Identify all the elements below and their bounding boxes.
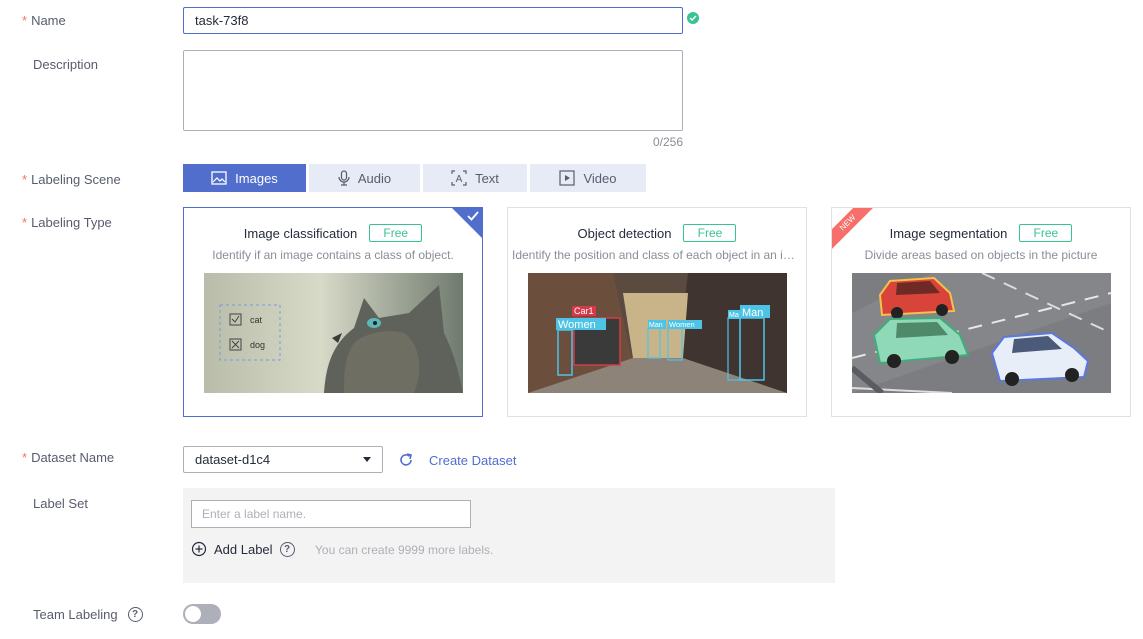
free-badge: Free bbox=[369, 224, 423, 242]
card-description: Identify the position and class of each … bbox=[512, 248, 806, 262]
man-tag: Man bbox=[649, 322, 663, 329]
label-set-label: Label Set bbox=[33, 496, 88, 511]
card-object-detection[interactable]: Object detection Free Identify the posit… bbox=[507, 207, 807, 417]
name-label: * Name bbox=[22, 13, 66, 28]
description-label: Description bbox=[33, 57, 99, 72]
image-icon bbox=[211, 171, 227, 185]
tab-audio[interactable]: Audio bbox=[309, 164, 420, 192]
card-title: Image segmentation bbox=[889, 225, 1008, 241]
card-description: Identify if an image contains a class of… bbox=[212, 248, 454, 262]
cat-tag: cat bbox=[250, 315, 263, 325]
tab-images[interactable]: Images bbox=[183, 164, 306, 192]
cat-image: cat dog bbox=[204, 273, 463, 393]
name-input[interactable] bbox=[183, 7, 683, 34]
add-label-text: Add Label bbox=[214, 541, 273, 557]
video-icon bbox=[559, 170, 576, 186]
check-icon bbox=[687, 12, 699, 24]
free-badge: Free bbox=[1019, 224, 1073, 242]
tab-text-label: Text bbox=[475, 170, 499, 186]
text-icon: A bbox=[451, 170, 467, 186]
street-image: Car1 Women Man Women Ma Man bbox=[528, 273, 787, 393]
ma-tag: Ma bbox=[729, 312, 739, 319]
dataset-select[interactable]: dataset-d1c4 bbox=[183, 446, 383, 473]
card-image-segmentation[interactable]: NEW Image segmentation Free Divide areas… bbox=[831, 207, 1131, 417]
svg-text:A: A bbox=[456, 174, 463, 185]
team-labeling-toggle[interactable] bbox=[183, 604, 221, 624]
label-count-hint: You can create 9999 more labels. bbox=[315, 543, 494, 557]
tab-video-label: Video bbox=[583, 170, 617, 186]
tab-text[interactable]: A Text bbox=[423, 164, 527, 192]
dataset-select-value: dataset-d1c4 bbox=[195, 452, 271, 467]
add-label-button[interactable]: Add Label ? bbox=[191, 541, 295, 557]
team-labeling-label: Team Labeling ? bbox=[33, 607, 143, 622]
card-image-classification[interactable]: Image classification Free Identify if an… bbox=[183, 207, 483, 417]
tab-images-label: Images bbox=[235, 170, 278, 186]
car-tag: Car1 bbox=[574, 306, 594, 316]
labeling-scene-tabs: Images Audio A Text Video bbox=[183, 164, 646, 192]
description-textarea[interactable] bbox=[183, 50, 683, 131]
help-icon[interactable]: ? bbox=[279, 541, 295, 557]
refresh-icon[interactable] bbox=[398, 452, 414, 468]
dog-tag: dog bbox=[250, 340, 265, 350]
dataset-name-label: * Dataset Name bbox=[22, 450, 115, 465]
label-name-input[interactable] bbox=[191, 500, 471, 528]
add-circle-icon bbox=[191, 541, 207, 557]
create-dataset-link[interactable]: Create Dataset bbox=[429, 453, 516, 468]
tab-video[interactable]: Video bbox=[530, 164, 646, 192]
man-tag-2: Man bbox=[742, 307, 763, 319]
women-tag: Women bbox=[558, 319, 596, 331]
description-counter: 0/256 bbox=[652, 135, 683, 149]
road-image bbox=[852, 273, 1111, 393]
labeling-type-label: * Labeling Type bbox=[22, 215, 112, 230]
label-set-panel: Add Label ? You can create 9999 more lab… bbox=[183, 488, 835, 583]
women-tag-2: Women bbox=[669, 320, 695, 329]
check-icon bbox=[467, 211, 479, 221]
toggle-knob bbox=[185, 606, 201, 622]
tab-audio-label: Audio bbox=[357, 170, 392, 186]
labeling-scene-label: * Labeling Scene bbox=[22, 172, 121, 187]
free-badge: Free bbox=[683, 224, 737, 242]
microphone-icon bbox=[338, 170, 350, 186]
help-icon[interactable]: ? bbox=[127, 607, 143, 622]
card-description: Divide areas based on objects in the pic… bbox=[864, 248, 1098, 262]
card-title: Object detection bbox=[577, 225, 672, 241]
card-title: Image classification bbox=[243, 225, 358, 241]
chevron-down-icon bbox=[363, 457, 371, 462]
